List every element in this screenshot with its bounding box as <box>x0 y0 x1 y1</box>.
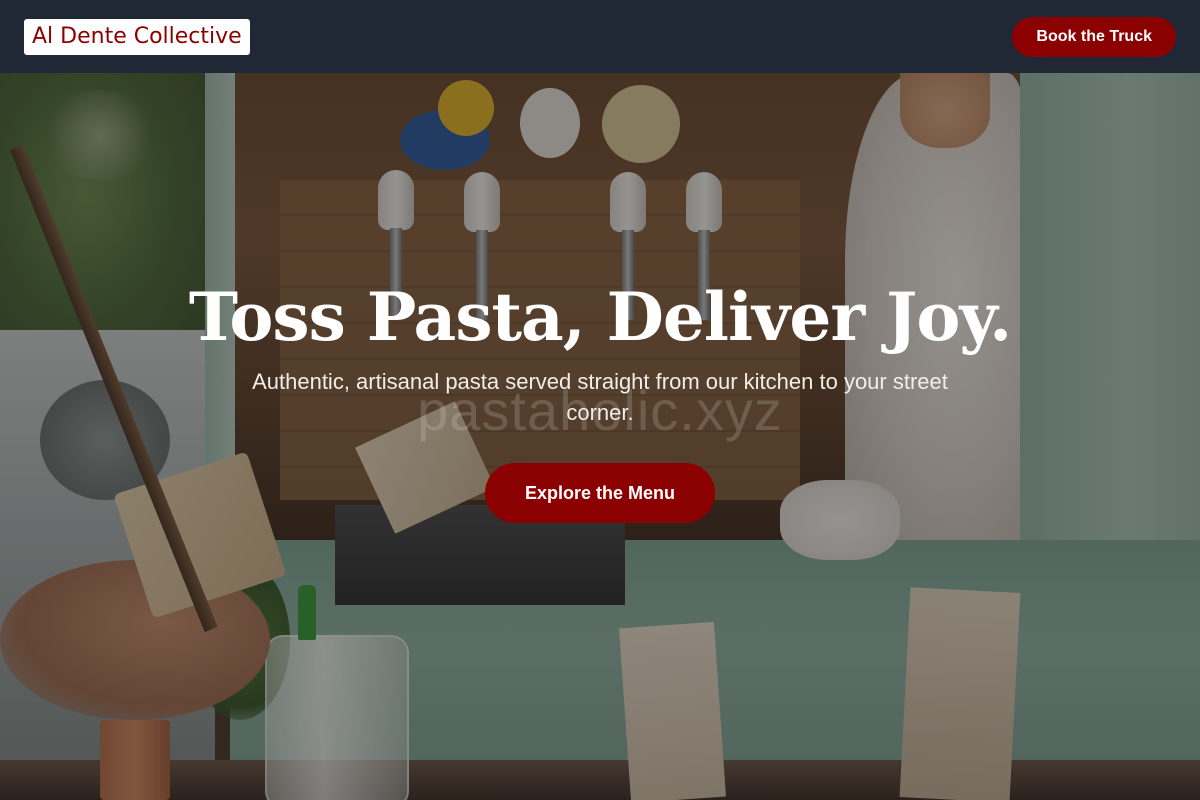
book-truck-button[interactable]: Book the Truck <box>1012 16 1176 57</box>
explore-menu-button[interactable]: Explore the Menu <box>484 463 716 523</box>
hero-section: pastaholic.xyz Al Dente Collective Book … <box>0 0 1200 800</box>
hero-title: Toss Pasta, Deliver Joy. <box>188 278 1012 356</box>
brand-logo-link[interactable]: Al Dente Collective <box>24 18 250 55</box>
top-navbar: Al Dente Collective Book the Truck <box>0 0 1200 73</box>
hero-content: Toss Pasta, Deliver Joy. Authentic, arti… <box>0 272 1200 523</box>
hero-subtitle: Authentic, artisanal pasta served straig… <box>252 369 948 425</box>
